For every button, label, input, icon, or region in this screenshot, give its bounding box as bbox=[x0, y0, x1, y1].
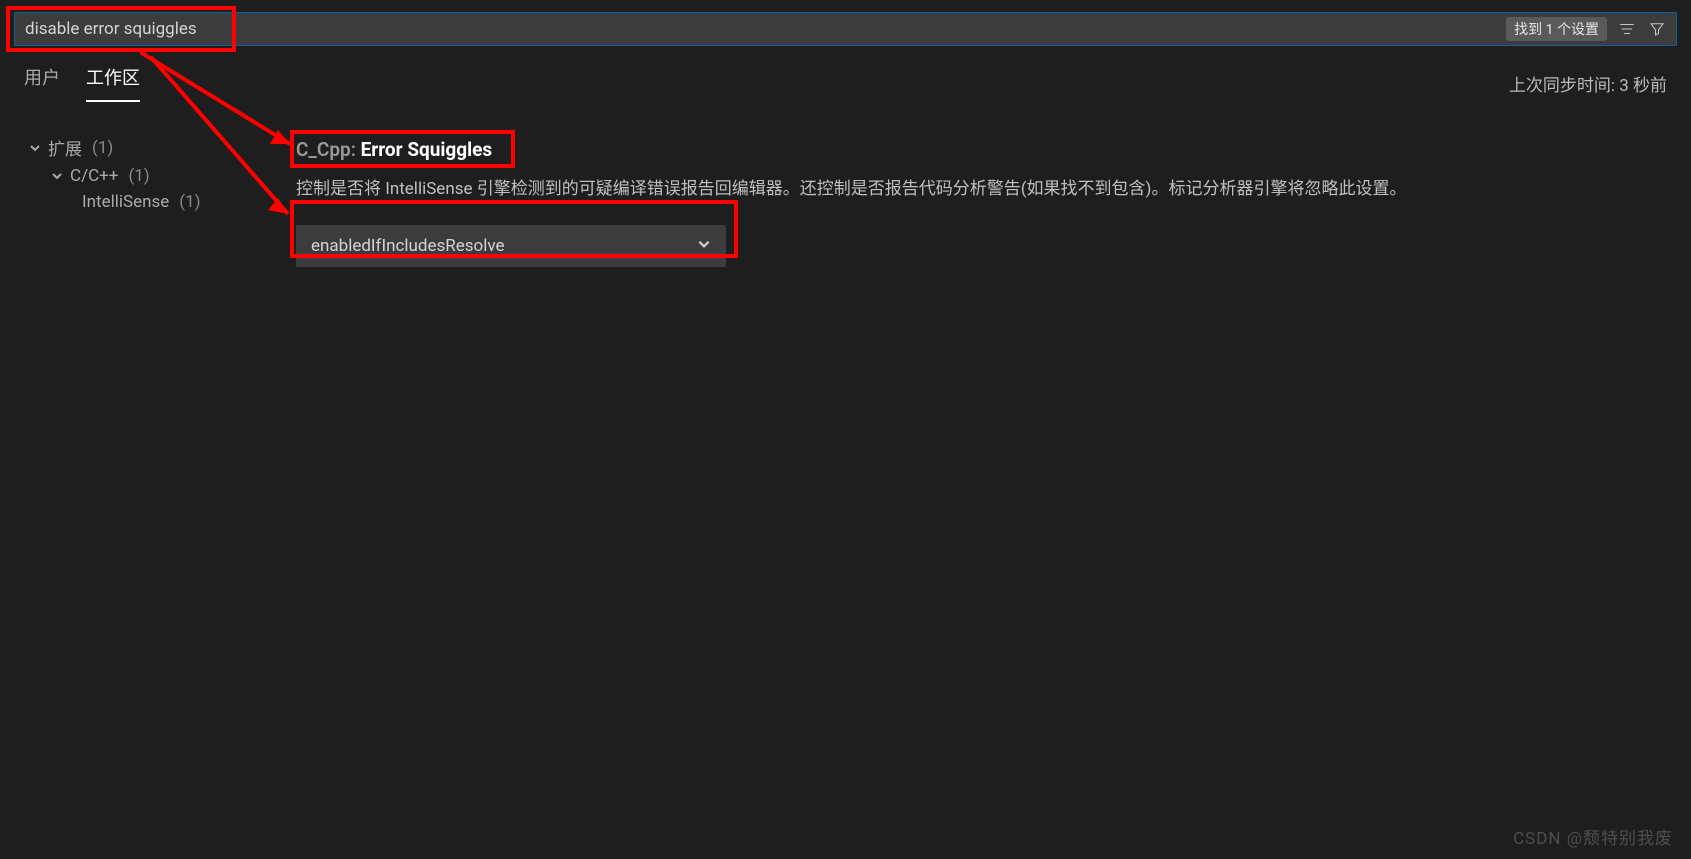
settings-content: C_Cpp: Error Squiggles 控制是否将 IntelliSens… bbox=[290, 108, 1691, 859]
tree-count: (1) bbox=[179, 192, 200, 212]
tree-label: 扩展 bbox=[48, 135, 82, 160]
tabs-row: 用户 工作区 上次同步时间: 3 秒前 bbox=[0, 46, 1691, 102]
chevron-down-icon bbox=[50, 170, 64, 182]
search-action-icons bbox=[1617, 19, 1667, 39]
error-squiggles-dropdown[interactable]: enabledIfIncludesResolve bbox=[296, 225, 726, 267]
setting-description: 控制是否将 IntelliSense 引擎检测到的可疑编译错误报告回编辑器。还控… bbox=[296, 177, 1556, 203]
tree-ccpp[interactable]: C/C++ (1) bbox=[28, 163, 280, 189]
settings-tree: 扩展 (1) C/C++ (1) IntelliSense (1) bbox=[0, 108, 290, 859]
tree-count: (1) bbox=[92, 138, 113, 158]
chevron-down-icon bbox=[28, 142, 42, 154]
setting-title: C_Cpp: Error Squiggles bbox=[296, 138, 1661, 161]
dropdown-value: enabledIfIncludesResolve bbox=[311, 236, 505, 256]
tab-user[interactable]: 用户 bbox=[24, 64, 60, 102]
settings-body: 扩展 (1) C/C++ (1) IntelliSense (1) C_Cpp:… bbox=[0, 108, 1691, 859]
settings-search-input[interactable] bbox=[14, 12, 1677, 46]
setting-scope-label: C_Cpp: bbox=[296, 138, 361, 161]
setting-name-label: Error Squiggles bbox=[361, 138, 493, 161]
chevron-down-icon bbox=[697, 236, 711, 256]
tree-label: IntelliSense bbox=[82, 192, 169, 212]
watermark: CSDN @颓特别我废 bbox=[1513, 824, 1673, 849]
tree-extensions[interactable]: 扩展 (1) bbox=[28, 132, 280, 163]
last-sync-label: 上次同步时间: 3 秒前 bbox=[1509, 71, 1667, 96]
results-count-badge: 找到 1 个设置 bbox=[1506, 17, 1607, 41]
search-row: 找到 1 个设置 bbox=[0, 0, 1691, 46]
tab-workspace[interactable]: 工作区 bbox=[86, 64, 140, 102]
tree-label: C/C++ bbox=[70, 166, 118, 186]
tree-intellisense[interactable]: IntelliSense (1) bbox=[28, 189, 280, 215]
tree-count: (1) bbox=[128, 166, 149, 186]
clear-filters-icon[interactable] bbox=[1617, 19, 1637, 39]
settings-editor: 找到 1 个设置 用户 工作区 上次同步时间: 3 秒前 bbox=[0, 0, 1691, 859]
scope-tabs: 用户 工作区 bbox=[24, 64, 140, 102]
search-wrap: 找到 1 个设置 bbox=[14, 12, 1677, 46]
filter-icon[interactable] bbox=[1647, 19, 1667, 39]
